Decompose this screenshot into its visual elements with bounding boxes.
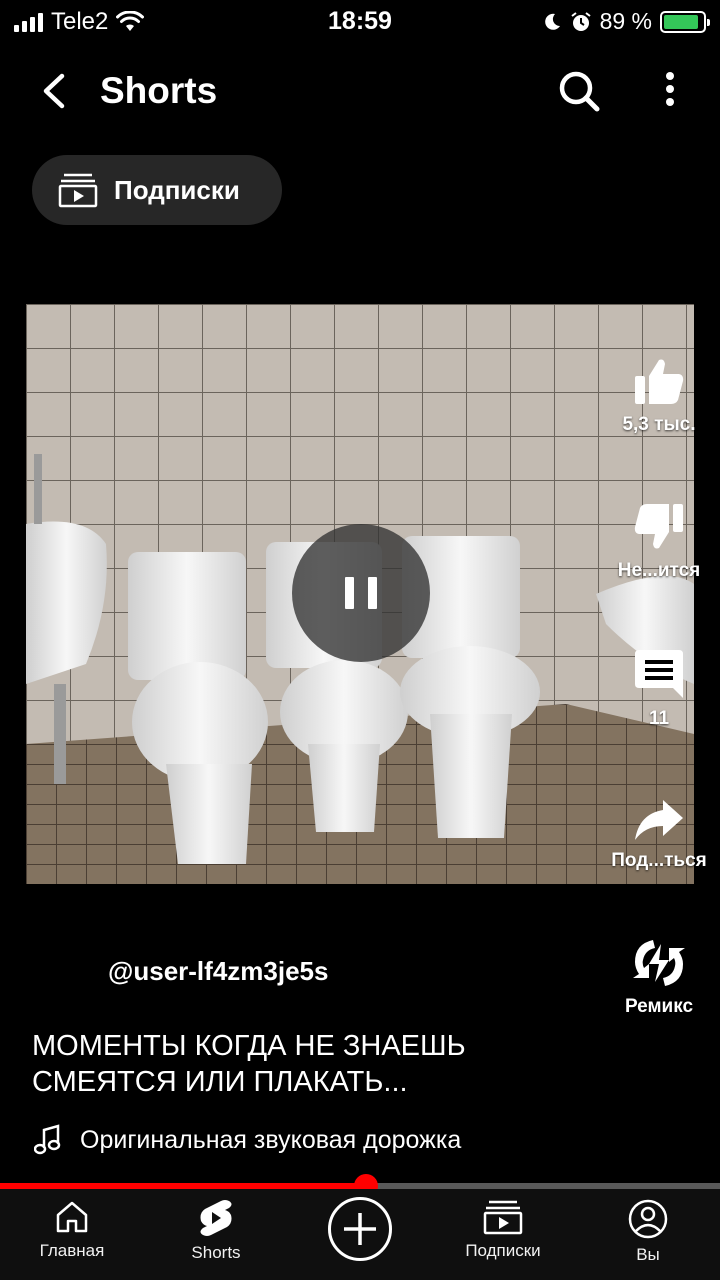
thumbs-down-icon bbox=[634, 504, 683, 549]
home-icon bbox=[56, 1201, 88, 1233]
page-title: Shorts bbox=[100, 70, 218, 111]
alarm-icon bbox=[570, 11, 591, 31]
nav-you[interactable]: Вы bbox=[576, 1199, 720, 1265]
thumbs-up-icon bbox=[635, 359, 684, 404]
shorts-icon bbox=[200, 1200, 232, 1236]
battery-charging-icon bbox=[660, 10, 710, 33]
nav-you-label: Вы bbox=[636, 1245, 660, 1264]
dislike-label: Не...ится bbox=[617, 560, 701, 581]
channel-handle[interactable]: @user-lf4zm3je5s bbox=[108, 956, 328, 987]
status-bar: Tele2 18:59 89 % bbox=[0, 0, 720, 44]
battery-percent: 89 % bbox=[599, 8, 652, 34]
sound-label: Оригинальная звуковая дорожка bbox=[80, 1125, 462, 1154]
comments-count: 11 bbox=[648, 708, 670, 729]
share-label: Под...ться bbox=[611, 850, 707, 871]
dislike-button[interactable]: Не...ится bbox=[598, 502, 720, 582]
sound-link[interactable]: Оригинальная звуковая дорожка bbox=[34, 1124, 461, 1156]
remix-icon bbox=[633, 940, 685, 986]
subscriptions-icon bbox=[58, 173, 98, 208]
nav-subscriptions[interactable]: Подписки bbox=[431, 1199, 575, 1261]
comments-button[interactable]: 11 bbox=[598, 648, 720, 730]
nav-shorts-label: Shorts bbox=[191, 1243, 241, 1262]
pause-icon-bar bbox=[368, 577, 377, 609]
nav-shorts[interactable]: Shorts bbox=[144, 1199, 288, 1263]
pause-button[interactable] bbox=[292, 524, 430, 662]
more-vertical-icon bbox=[666, 72, 674, 106]
bottom-nav: Главная Shorts Подписки Вы bbox=[0, 1189, 720, 1280]
status-right: 89 % bbox=[542, 8, 710, 35]
create-button[interactable] bbox=[328, 1197, 392, 1261]
nav-subscriptions-label: Подписки bbox=[465, 1241, 541, 1260]
like-count: 5,3 тыс. bbox=[622, 414, 696, 435]
account-icon bbox=[628, 1199, 668, 1239]
create-plus-icon bbox=[344, 1213, 376, 1245]
share-button[interactable]: Под...ться bbox=[598, 798, 720, 872]
moon-icon bbox=[544, 13, 560, 30]
pause-icon bbox=[345, 577, 354, 609]
nav-home[interactable]: Главная bbox=[0, 1199, 144, 1261]
subscriptions-icon bbox=[483, 1200, 523, 1235]
nav-home-label: Главная bbox=[39, 1241, 105, 1260]
video-caption[interactable]: МОМЕНТЫ КОГДА НЕ ЗНАЕШЬ СМЕЯТСЯ ИЛИ ПЛАК… bbox=[32, 1028, 572, 1100]
subscriptions-chip[interactable]: Подписки bbox=[32, 155, 282, 225]
back-icon bbox=[43, 73, 65, 109]
chip-label: Подписки bbox=[114, 174, 240, 205]
like-button[interactable]: 5,3 тыс. bbox=[598, 356, 720, 436]
header: Shorts bbox=[0, 56, 720, 126]
share-icon bbox=[635, 800, 683, 840]
music-note-icon bbox=[34, 1124, 61, 1155]
more-button[interactable] bbox=[652, 66, 688, 116]
remix-button[interactable]: Ремикс bbox=[598, 938, 720, 1018]
remix-label: Ремикс bbox=[624, 996, 694, 1017]
back-button[interactable] bbox=[30, 66, 80, 116]
search-icon bbox=[559, 71, 600, 112]
comment-icon bbox=[635, 650, 683, 698]
search-button[interactable] bbox=[552, 64, 606, 118]
